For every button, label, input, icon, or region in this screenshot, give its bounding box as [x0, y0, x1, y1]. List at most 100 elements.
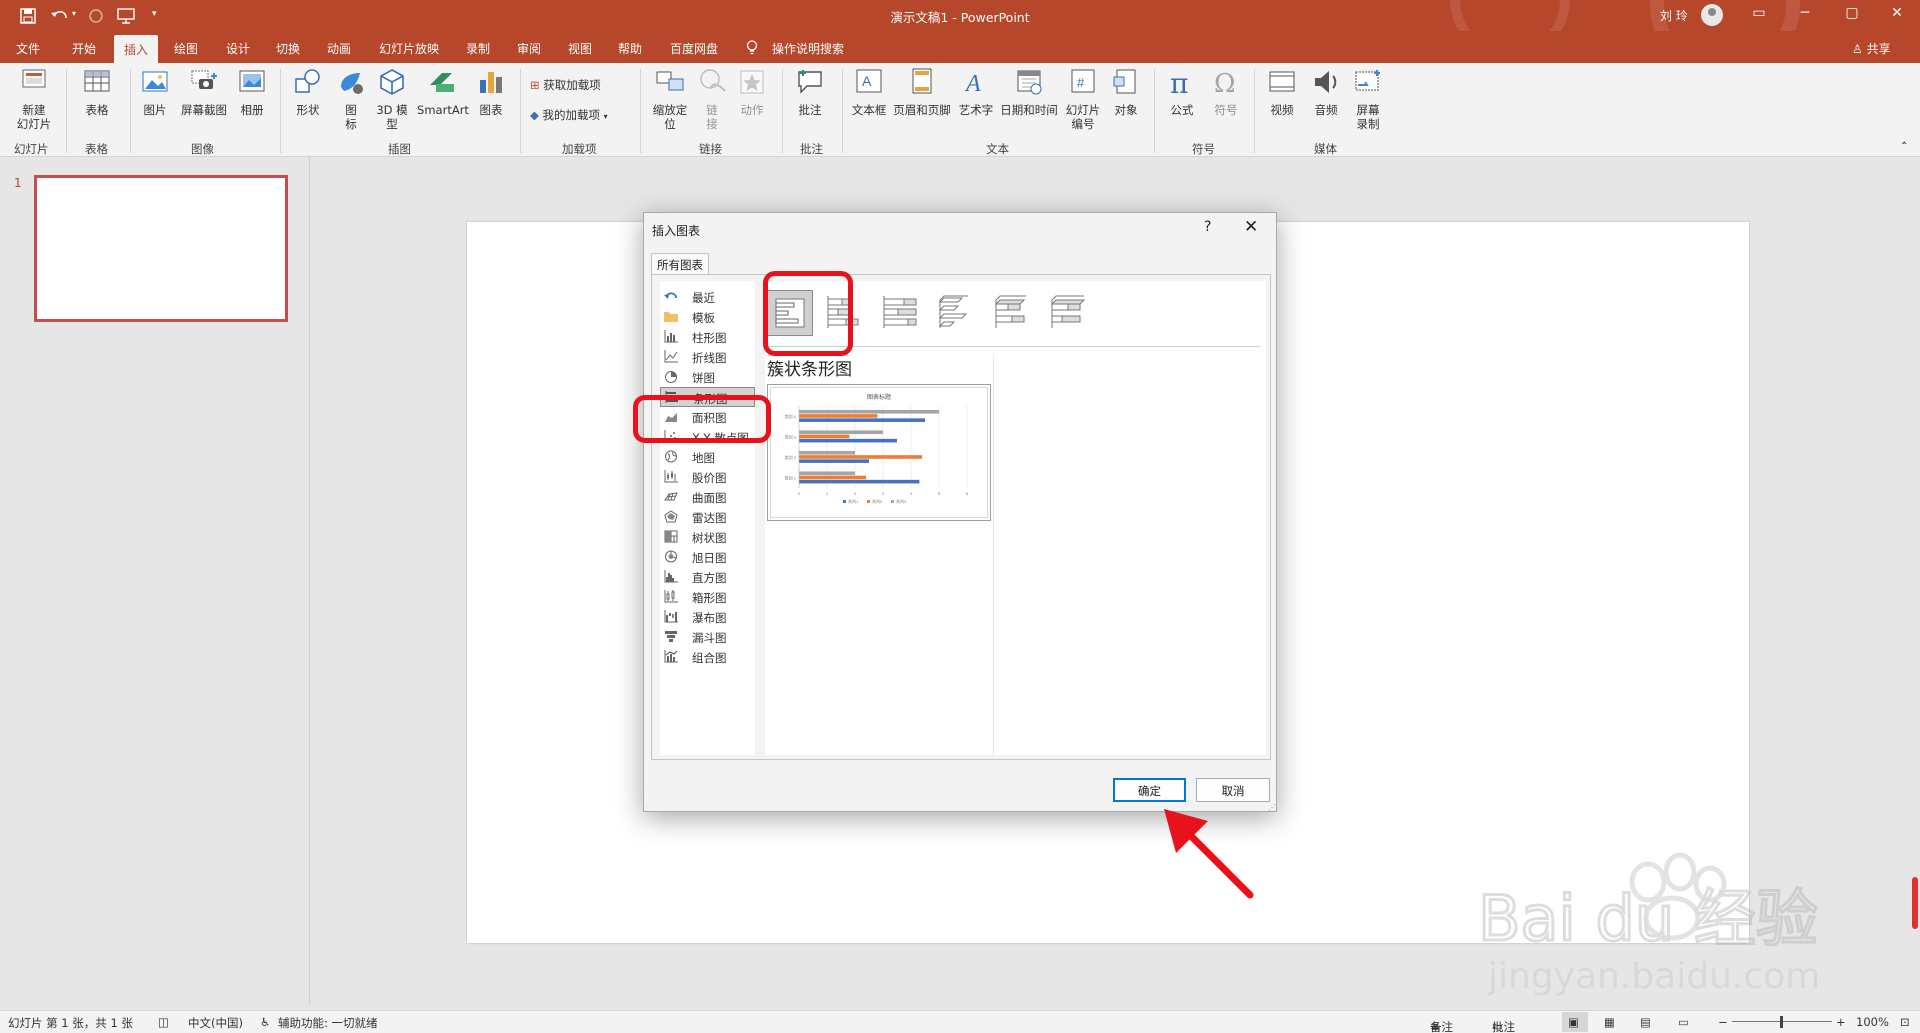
chart-preview[interactable]: 图表标题 0 1 2 3 4 5 6 类别 4 类别 3 类别 2 类别 1 系列1 系列2 系列3: [767, 384, 991, 521]
chart-category-list: 最近 模板 柱形图 折线图 饼图 条形图 面积图 X Y 散点图 地图 股价图 …: [660, 281, 755, 755]
category-map[interactable]: 地图: [660, 447, 755, 467]
minimize-icon[interactable]: ─: [1790, 5, 1820, 21]
category-waterfall[interactable]: 瀑布图: [660, 607, 755, 627]
tab-insert[interactable]: 插入: [114, 35, 159, 63]
pi-icon: π: [1170, 67, 1188, 100]
shapes-button[interactable]: 形状: [288, 67, 328, 117]
resize-grip-icon[interactable]: ⋰: [1268, 803, 1276, 812]
language-status[interactable]: 中文(中国): [188, 1015, 243, 1031]
preview-bar: [799, 479, 920, 484]
new-slide-button[interactable]: 新建 幻灯片: [10, 67, 58, 131]
category-stock[interactable]: 股价图: [660, 467, 755, 487]
tab-animations[interactable]: 动画: [327, 40, 351, 57]
accessibility-icon[interactable]: ♿: [260, 1015, 270, 1029]
category-recent[interactable]: 最近: [660, 287, 755, 307]
cancel-button[interactable]: 取消: [1196, 778, 1270, 802]
slide-sorter-icon[interactable]: ▦: [1604, 1015, 1615, 1029]
icons-button[interactable]: 图 标: [334, 67, 368, 131]
group-label-links: 链接: [699, 142, 722, 156]
user-name[interactable]: 刘 玲: [1660, 7, 1688, 24]
3d-stacked-bar-subtype[interactable]: [990, 290, 1036, 336]
tab-home[interactable]: 开始: [72, 40, 96, 57]
screen-recording-button[interactable]: 屏幕 录制: [1348, 67, 1388, 131]
album-button[interactable]: 相册: [234, 67, 270, 117]
3d-clustered-bar-subtype[interactable]: [934, 290, 980, 336]
category-box-whisker[interactable]: 箱形图: [660, 587, 755, 607]
zoom-in-icon[interactable]: +: [1836, 1015, 1846, 1029]
dialog-body: 最近 模板 柱形图 折线图 饼图 条形图 面积图 X Y 散点图 地图 股价图 …: [651, 274, 1271, 760]
date-time-button[interactable]: 日期和时间: [998, 67, 1060, 117]
slide-thumbnail[interactable]: [34, 175, 288, 322]
tab-record[interactable]: 录制: [466, 40, 490, 57]
tell-me-search[interactable]: 操作说明搜索: [772, 40, 844, 57]
zoom-button[interactable]: 缩放定 位: [648, 67, 692, 131]
100-percent-stacked-bar-subtype[interactable]: [878, 290, 924, 336]
dialog-close-icon[interactable]: ✕: [1244, 217, 1258, 237]
tab-design[interactable]: 设计: [226, 40, 250, 57]
tab-all-charts[interactable]: 所有图表: [651, 253, 709, 275]
object-button[interactable]: 对象: [1106, 67, 1146, 117]
scrollbar-marker[interactable]: [1912, 877, 1918, 929]
category-line[interactable]: 折线图: [660, 347, 755, 367]
3d-models-button[interactable]: 3D 模 型: [372, 67, 412, 131]
comment-button[interactable]: 批注: [790, 67, 830, 117]
tab-transitions[interactable]: 切换: [276, 40, 300, 57]
close-icon[interactable]: ✕: [1882, 5, 1912, 21]
equation-button[interactable]: π 公式: [1162, 67, 1202, 117]
slideshow-view-icon[interactable]: ▭: [1678, 1015, 1689, 1029]
textbox-button[interactable]: A 文本框: [848, 67, 890, 117]
zoom-slider-thumb[interactable]: [1780, 1016, 1783, 1028]
screenshot-button[interactable]: 屏幕截图: [176, 67, 232, 117]
category-treemap[interactable]: 树状图: [660, 527, 755, 547]
tab-baidu-netdisk[interactable]: 百度网盘: [670, 40, 718, 57]
video-button[interactable]: 视频: [1262, 67, 1302, 117]
category-label: 旭日图: [692, 551, 727, 565]
table-button[interactable]: 表格: [74, 67, 120, 117]
zoom-out-icon[interactable]: −: [1718, 1015, 1728, 1029]
avatar[interactable]: [1701, 4, 1723, 26]
zoom-level[interactable]: 100%: [1856, 1015, 1889, 1029]
category-column[interactable]: 柱形图: [660, 327, 755, 347]
category-surface[interactable]: 曲面图: [660, 487, 755, 507]
tab-review[interactable]: 审阅: [517, 40, 541, 57]
tab-view[interactable]: 视图: [568, 40, 592, 57]
group-label-comments: 批注: [800, 142, 823, 156]
category-sunburst[interactable]: 旭日图: [660, 547, 755, 567]
get-addins-button[interactable]: ⊞ 获取加载项: [530, 77, 601, 93]
my-addins-label: 我的加载项: [542, 108, 601, 122]
spellcheck-icon[interactable]: ◫: [158, 1015, 169, 1029]
tab-draw[interactable]: 绘图: [174, 40, 198, 57]
category-pie[interactable]: 饼图: [660, 367, 755, 387]
chart-button[interactable]: 图表: [474, 67, 508, 117]
audio-button[interactable]: 音频: [1306, 67, 1346, 117]
link-button[interactable]: 链 接: [694, 67, 730, 131]
my-addins-button[interactable]: ◆ 我的加载项 ▾: [530, 107, 608, 123]
action-button[interactable]: 动作: [734, 67, 770, 117]
maximize-icon[interactable]: ▢: [1837, 5, 1867, 21]
ok-button[interactable]: 确定: [1113, 778, 1186, 802]
slide-number-button[interactable]: # 幻灯片 编号: [1062, 67, 1104, 131]
ribbon-display-icon[interactable]: ▭: [1744, 5, 1774, 21]
category-label: 模板: [692, 311, 715, 325]
smartart-button[interactable]: SmartArt: [414, 67, 472, 117]
category-combo[interactable]: 组合图: [660, 647, 755, 667]
reading-view-icon[interactable]: ▤: [1640, 1015, 1651, 1029]
tab-slideshow[interactable]: 幻灯片放映: [379, 40, 439, 57]
tab-help[interactable]: 帮助: [618, 40, 642, 57]
folder-icon: [664, 312, 678, 322]
help-button[interactable]: ?: [1204, 219, 1211, 235]
category-templates[interactable]: 模板: [660, 307, 755, 327]
picture-button[interactable]: 图片: [137, 67, 173, 117]
category-radar[interactable]: 雷达图: [660, 507, 755, 527]
category-histogram[interactable]: 直方图: [660, 567, 755, 587]
share-button[interactable]: ♙ 共享: [1852, 40, 1891, 57]
3d-100-percent-stacked-bar-subtype[interactable]: [1046, 290, 1092, 336]
accessibility-status[interactable]: 辅助功能: 一切就绪: [278, 1015, 378, 1031]
tab-file[interactable]: 文件: [16, 40, 40, 57]
symbol-button[interactable]: Ω 符号: [1206, 67, 1246, 117]
fit-to-window-icon[interactable]: ⊡: [1900, 1015, 1910, 1029]
header-footer-button[interactable]: 页眉和页脚: [890, 67, 954, 117]
collapse-ribbon-icon[interactable]: ⌃: [1900, 141, 1908, 152]
category-funnel[interactable]: 漏斗图: [660, 627, 755, 647]
wordart-button[interactable]: A 艺术字: [956, 67, 996, 117]
